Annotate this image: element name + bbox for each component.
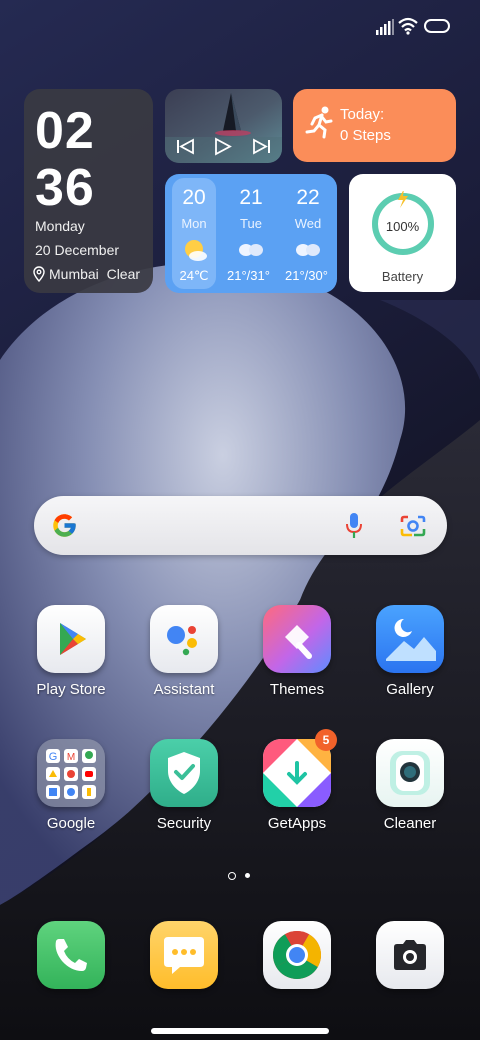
svg-text:G: G [49, 751, 58, 763]
weather-day-temp: 21°/30° [285, 268, 328, 283]
google-search-bar[interactable] [34, 496, 447, 555]
themes-icon [263, 605, 331, 673]
weather-day-num: 22 [296, 186, 320, 209]
phone-icon [37, 921, 105, 989]
app-security[interactable]: Security [134, 739, 234, 849]
previous-icon[interactable] [176, 138, 196, 155]
app-label: Security [156, 815, 212, 832]
app-gallery[interactable]: Gallery [360, 605, 460, 715]
next-icon[interactable] [251, 138, 271, 155]
clock-day: Monday [35, 218, 85, 234]
cloudy-icon [239, 244, 263, 256]
google-logo-icon [53, 514, 76, 537]
clock-widget[interactable]: 02 36 Monday 20 December Mumbai Clear [24, 89, 153, 293]
weather-day-temp: 24℃ [179, 268, 209, 283]
cloudy-icon [296, 244, 320, 256]
google-folder-icon: G M [37, 739, 105, 807]
steps-label: Today: [340, 106, 385, 123]
clock-minute: 36 [35, 159, 95, 217]
play-icon[interactable] [214, 137, 232, 156]
page-indicator-dot-current [228, 872, 236, 880]
clock-condition: Clear [106, 266, 141, 282]
messages-icon [150, 921, 218, 989]
chrome-icon [263, 921, 331, 989]
weather-day: 22 Wed 21°/30° [285, 178, 330, 289]
weather-day-temp: 21°/31° [227, 268, 270, 283]
sunny-icon [185, 240, 207, 261]
music-widget[interactable] [165, 89, 282, 163]
dock-chrome[interactable] [247, 921, 347, 1031]
weather-day-name: Tue [240, 216, 262, 231]
weather-day-num: 20 [182, 186, 206, 209]
signal-icon [376, 19, 394, 35]
app-label: GetApps [267, 815, 327, 832]
app-label: Cleaner [383, 815, 437, 832]
running-person-icon [305, 106, 333, 139]
app-label: Assistant [153, 681, 215, 698]
svg-text:M: M [67, 752, 75, 763]
steps-count: 0 Steps [340, 127, 391, 144]
battery-icon [424, 19, 450, 33]
clock-date: 20 December [35, 242, 120, 258]
weather-day-num: 21 [239, 186, 263, 209]
clock-weather-line: Mumbai Clear [49, 266, 140, 282]
steps-widget[interactable]: Today: 0 Steps [293, 89, 456, 162]
dock-camera[interactable] [360, 921, 460, 1031]
app-google-folder[interactable]: G M Google [21, 739, 121, 849]
camera-icon [376, 921, 444, 989]
app-label: Gallery [386, 681, 434, 698]
home-indicator[interactable] [151, 1028, 329, 1034]
assistant-icon [150, 605, 218, 673]
weather-day-name: Mon [181, 216, 207, 231]
app-assistant[interactable]: Assistant [134, 605, 234, 715]
battery-widget[interactable]: 100% Battery [349, 174, 456, 292]
weather-day: 21 Tue 21°/31° [227, 178, 273, 289]
battery-percent: 100% [385, 219, 420, 234]
weather-widget[interactable]: 20 Mon 24℃ 21 Tue 21°/31° 22 Wed 21°/30° [165, 174, 337, 293]
gallery-icon [376, 605, 444, 673]
app-themes[interactable]: Themes [247, 605, 347, 715]
app-cleaner[interactable]: Cleaner [360, 739, 460, 849]
play-store-icon [37, 605, 105, 673]
battery-label: Battery [381, 269, 424, 284]
app-label: Themes [269, 681, 325, 698]
dock-phone[interactable] [21, 921, 121, 1031]
weather-day: 20 Mon 24℃ [172, 178, 216, 289]
lens-camera-icon[interactable] [400, 514, 426, 538]
app-getapps[interactable]: 5 GetApps [247, 729, 347, 849]
wifi-icon [398, 17, 418, 35]
clock-hour: 02 [35, 102, 95, 160]
microphone-icon[interactable] [345, 512, 363, 540]
status-bar [0, 0, 480, 60]
notification-badge: 5 [315, 729, 337, 751]
page-indicator-dot [245, 873, 250, 878]
weather-day-name: Wed [294, 216, 322, 231]
app-play-store[interactable]: Play Store [21, 605, 121, 715]
dock-messages[interactable] [134, 921, 234, 1031]
location-pin-icon [33, 266, 45, 282]
app-label: Google [46, 815, 96, 832]
app-label: Play Store [36, 681, 106, 698]
cleaner-icon [376, 739, 444, 807]
security-icon [150, 739, 218, 807]
clock-location: Mumbai [49, 266, 99, 282]
